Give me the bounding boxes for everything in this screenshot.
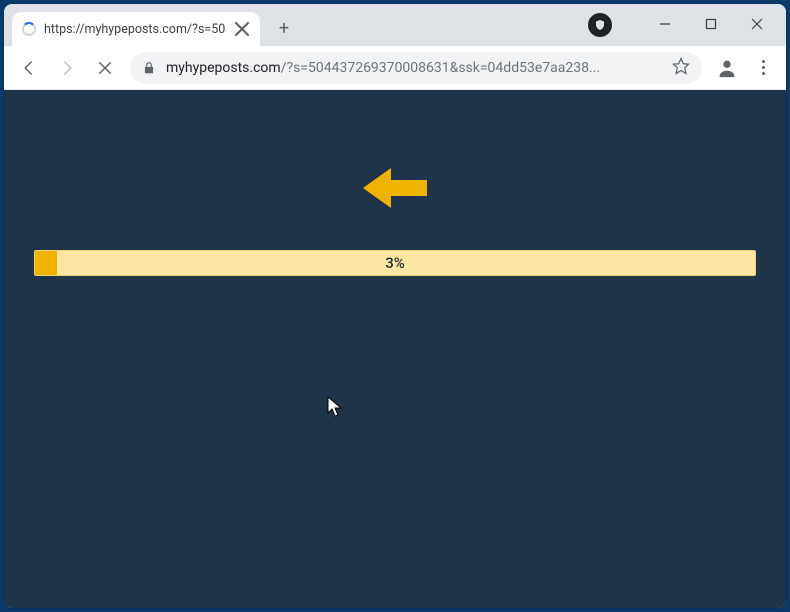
forward-button[interactable] bbox=[50, 51, 84, 85]
window-frame: https://myhypeposts.com/?s=504 + bbox=[0, 0, 790, 612]
dot-icon bbox=[762, 66, 765, 69]
loading-spinner-icon bbox=[22, 22, 36, 36]
lock-icon bbox=[142, 61, 156, 75]
browser-window: https://myhypeposts.com/?s=504 + bbox=[4, 4, 786, 608]
profile-avatar-button[interactable] bbox=[714, 55, 740, 81]
tab-close-button[interactable] bbox=[234, 21, 250, 37]
url-domain: myhypeposts.com bbox=[166, 60, 281, 76]
url-text: myhypeposts.com/?s=504437269370008631&ss… bbox=[166, 60, 662, 76]
titlebar: https://myhypeposts.com/?s=504 + bbox=[4, 4, 786, 46]
new-tab-button[interactable]: + bbox=[270, 14, 298, 42]
menu-button[interactable] bbox=[748, 60, 778, 75]
progress-bar: 3% bbox=[34, 250, 756, 276]
bookmark-star-button[interactable] bbox=[672, 57, 690, 79]
stop-reload-button[interactable] bbox=[88, 51, 122, 85]
maximize-button[interactable] bbox=[688, 7, 734, 41]
back-button[interactable] bbox=[12, 51, 46, 85]
privacy-shield-icon[interactable] bbox=[588, 13, 612, 37]
toolbar: myhypeposts.com/?s=504437269370008631&ss… bbox=[4, 46, 786, 90]
dot-icon bbox=[762, 60, 765, 63]
minimize-button[interactable] bbox=[642, 7, 688, 41]
dot-icon bbox=[762, 72, 765, 75]
mouse-cursor-icon bbox=[327, 396, 343, 418]
browser-tab[interactable]: https://myhypeposts.com/?s=504 bbox=[12, 12, 260, 46]
address-bar[interactable]: myhypeposts.com/?s=504437269370008631&ss… bbox=[130, 52, 702, 84]
page-content: 3% bbox=[4, 90, 786, 608]
progress-label: 3% bbox=[35, 251, 755, 275]
window-controls bbox=[642, 4, 780, 44]
arrow-left-icon bbox=[363, 166, 427, 214]
tab-title: https://myhypeposts.com/?s=504 bbox=[44, 22, 226, 37]
url-path: /?s=504437269370008631&ssk=04dd53e7aa238… bbox=[281, 60, 600, 76]
close-window-button[interactable] bbox=[734, 7, 780, 41]
